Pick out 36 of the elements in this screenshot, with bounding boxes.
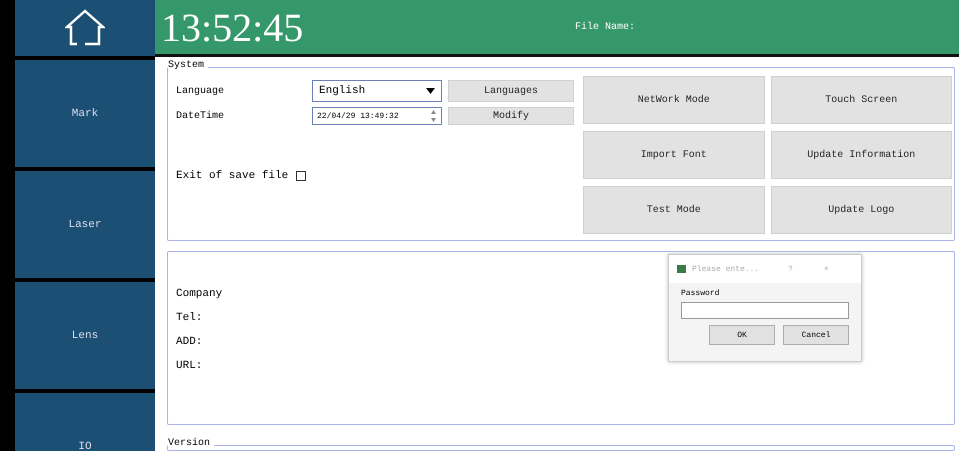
settings-button[interactable]: Test Mode <box>583 186 764 234</box>
clock-time: 13:52:45 <box>160 4 304 50</box>
sidebar-item[interactable]: IO <box>15 393 155 451</box>
checkbox-label: Exit of save file <box>176 170 288 182</box>
field-label: Password <box>681 289 720 298</box>
modify-button[interactable]: Modify <box>448 107 574 125</box>
info-label: Tel: <box>176 312 202 324</box>
file-name-label: File Name: <box>575 22 636 32</box>
settings-button[interactable]: Update Information <box>770 131 952 179</box>
home-icon <box>65 8 105 48</box>
password-field[interactable] <box>681 302 849 319</box>
caret-icon <box>426 88 435 94</box>
group-title: Version <box>168 438 214 449</box>
languages-button[interactable]: Languages <box>448 80 574 102</box>
settings-button[interactable]: Import Font <box>583 131 764 179</box>
datetime-field[interactable]: 22/04/29 13:49:32 <box>312 107 442 125</box>
settings-button[interactable]: NetWork Mode <box>583 76 764 124</box>
sidebar-item[interactable]: Mark <box>15 60 155 167</box>
field-label: DateTime <box>176 110 226 122</box>
settings-button[interactable]: Update Logo <box>770 186 952 234</box>
cancel-button[interactable]: Cancel <box>783 325 849 345</box>
checkbox[interactable] <box>296 171 306 181</box>
language-dropdown[interactable]: English <box>312 80 442 102</box>
spinner-icon <box>430 109 437 123</box>
group-title: System <box>168 60 208 71</box>
field-label: Language <box>176 86 226 96</box>
info-label: URL: <box>176 360 202 372</box>
info-label: Company <box>176 288 222 300</box>
app-icon <box>677 265 686 273</box>
ok-button[interactable]: OK <box>709 325 775 345</box>
home-button[interactable] <box>15 0 155 56</box>
info-label: ADD: <box>176 336 202 348</box>
settings-button[interactable]: Touch Screen <box>770 76 952 124</box>
sidebar-item[interactable]: Lens <box>15 282 155 389</box>
dialog-title: Please ente... <box>692 264 760 274</box>
sidebar-item[interactable]: Laser <box>15 171 155 278</box>
